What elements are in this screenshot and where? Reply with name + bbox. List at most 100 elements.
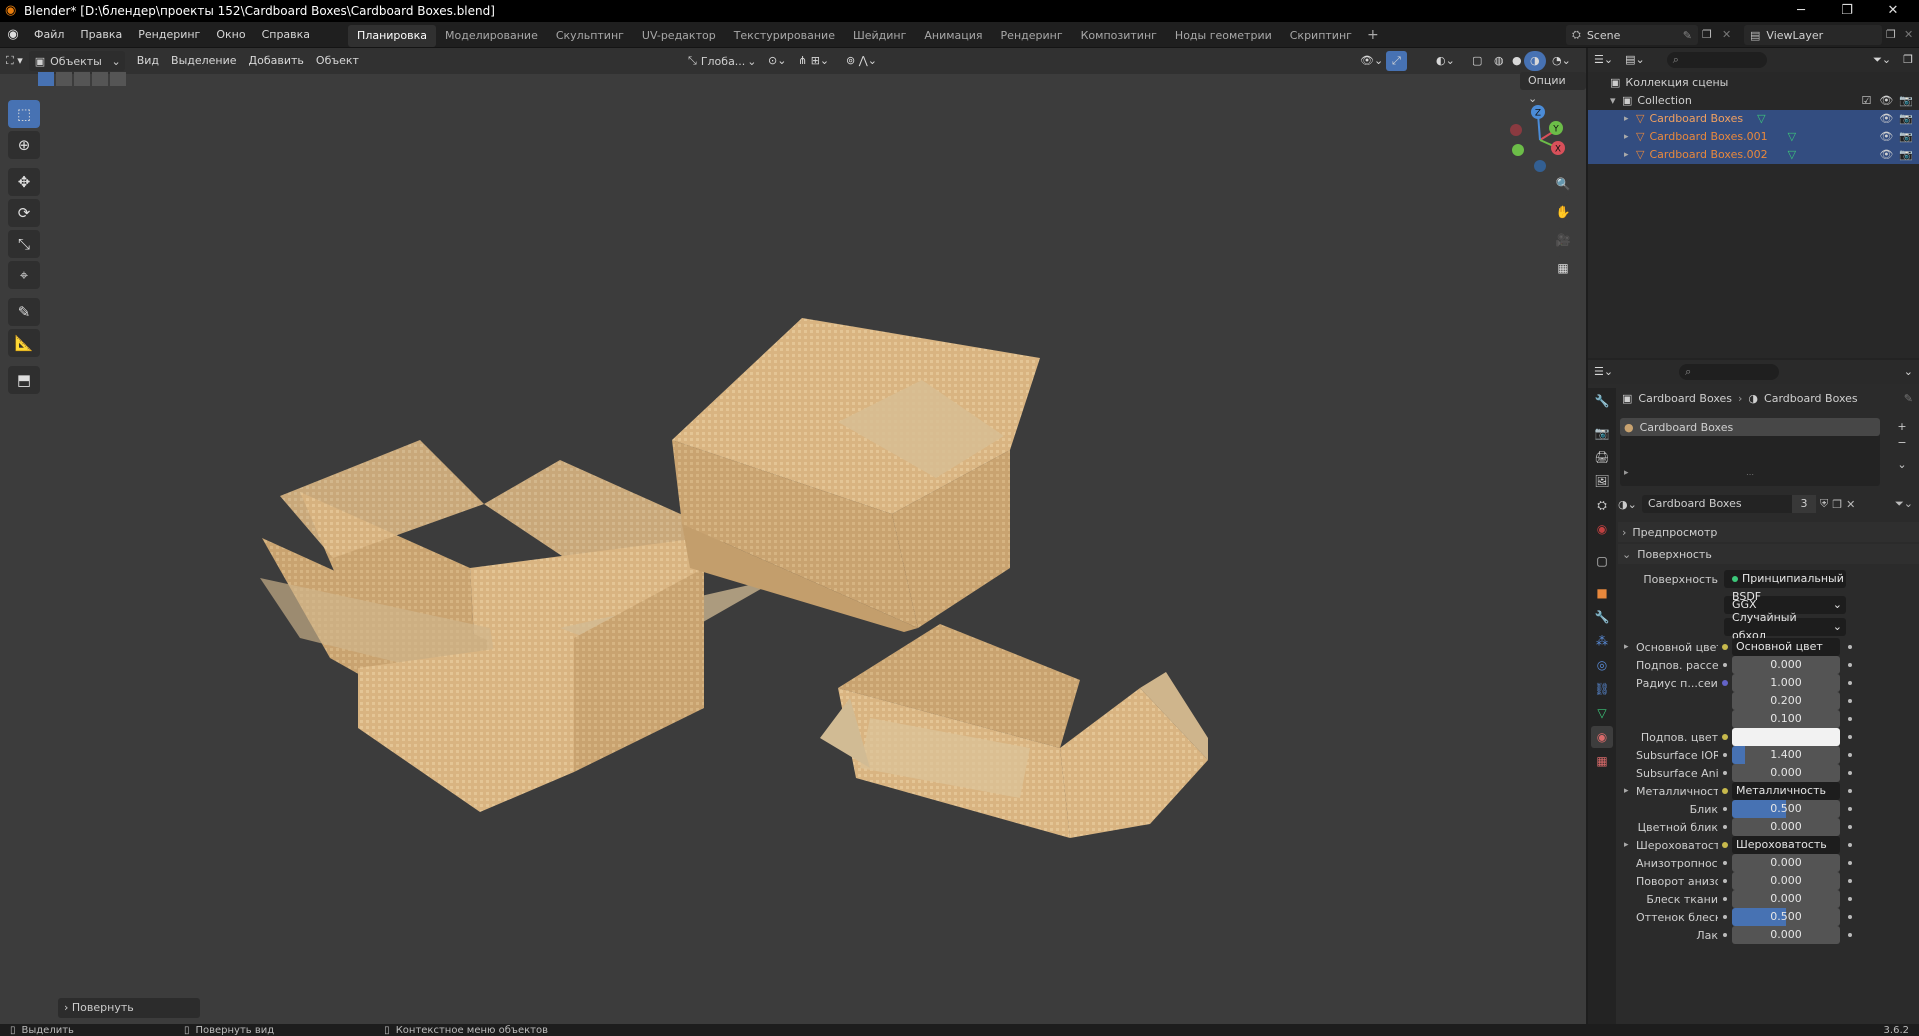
select-invert-icon[interactable] — [92, 72, 108, 86]
workspace-tab[interactable]: Ноды геометрии — [1166, 25, 1281, 47]
render-camera-icon[interactable]: 📷 — [1899, 110, 1913, 128]
tool-tab-icon[interactable]: 🔧 — [1591, 390, 1613, 412]
expand-icon[interactable]: ▸ — [1624, 786, 1636, 796]
box-right[interactable] — [820, 624, 1208, 838]
viewport-menu-item[interactable]: Добавить — [243, 51, 310, 71]
gizmo-toggle-icon[interactable]: ⤢ — [1386, 51, 1407, 71]
socket-dot[interactable] — [1722, 788, 1728, 794]
mesh-data-icon[interactable]: ▽ — [1788, 146, 1796, 164]
neg-x-handle[interactable] — [1510, 124, 1522, 136]
socket-dot[interactable] — [1723, 915, 1727, 919]
viewport-menu-item[interactable]: Объект — [310, 51, 365, 71]
select-extend-icon[interactable] — [56, 72, 72, 86]
unlink-material-icon[interactable]: ✕ — [1846, 498, 1855, 511]
properties-editor[interactable]: ☰⌄ ⌕ ⌄ 🔧 📷 🖨 🖼 ⛭ ◉ ▢ ■ 🔧 ⁂ ◎ ⛓ ▽ ◉ ▦ ▣ C… — [1588, 360, 1919, 1024]
cursor-tool[interactable]: ⊕ — [8, 131, 40, 159]
neg-y-handle[interactable] — [1512, 144, 1524, 156]
number-field[interactable]: 0.200 — [1732, 692, 1840, 710]
properties-editor-type-icon[interactable]: ☰⌄ — [1588, 362, 1619, 382]
transform-orientation[interactable]: ⤡ Глоба... ⌄ — [688, 51, 757, 71]
socket-dot[interactable] — [1722, 842, 1728, 848]
expand-icon[interactable]: ▸ — [1624, 128, 1636, 146]
number-field[interactable]: 0.000 — [1732, 926, 1840, 944]
number-field[interactable]: 0.000 — [1732, 854, 1840, 872]
expand-icon[interactable]: ▸ — [1624, 146, 1636, 164]
workspace-tab[interactable]: Скульптинг — [547, 25, 633, 47]
socket-dot[interactable] — [1723, 825, 1727, 829]
remove-slot-icon[interactable]: − — [1892, 436, 1912, 452]
render-camera-icon[interactable]: 📷 — [1899, 92, 1913, 110]
scene-tab-icon[interactable]: ⛭ — [1591, 494, 1613, 516]
render-camera-icon[interactable]: 📷 — [1899, 128, 1913, 146]
mesh-data-icon[interactable]: ▽ — [1757, 110, 1765, 128]
select-intersect-icon[interactable] — [110, 72, 126, 86]
eye-icon[interactable]: 👁 — [1879, 110, 1893, 128]
number-field[interactable]: 0.000 — [1732, 890, 1840, 908]
scene-collection-row[interactable]: ▣ Коллекция сцены — [1588, 74, 1919, 92]
workspace-tab[interactable]: Анимация — [915, 25, 991, 47]
blender-menu-icon[interactable]: ◉ — [0, 27, 26, 42]
socket-dot[interactable] — [1723, 879, 1727, 883]
outliner-search-input[interactable]: ⌕ — [1666, 52, 1767, 68]
material-tab-icon[interactable]: ◉ — [1591, 726, 1613, 748]
number-field[interactable]: 0.000 — [1732, 656, 1840, 674]
physics-tab-icon[interactable]: ◎ — [1591, 654, 1613, 676]
linked-input-field[interactable]: Металличность — [1732, 782, 1840, 800]
snap-icon[interactable]: ⋔ ⊞⌄ — [792, 51, 835, 71]
keyframe-dot[interactable] — [1848, 681, 1852, 685]
neg-z-handle[interactable] — [1534, 160, 1546, 172]
scene-selector[interactable]: ⛭ Scene ✎ — [1566, 25, 1698, 45]
collection-tab-icon[interactable]: ▢ — [1591, 550, 1613, 572]
render-shading-icon[interactable]: ◔⌄ — [1546, 51, 1577, 71]
number-field[interactable]: 0.000 — [1732, 872, 1840, 890]
keyframe-dot[interactable] — [1848, 843, 1852, 847]
rotate-tool[interactable]: ⟳ — [8, 199, 40, 227]
world-tab-icon[interactable]: ◉ — [1591, 518, 1613, 540]
socket-dot[interactable] — [1723, 771, 1727, 775]
mode-selector[interactable]: ▣ Объекты ⌄ — [28, 51, 125, 71]
keyframe-dot[interactable] — [1848, 789, 1852, 793]
menu-item[interactable]: Правка — [72, 22, 130, 48]
viewport-menu-item[interactable]: Выделение — [165, 51, 243, 71]
preview-panel-header[interactable]: › Предпросмотр — [1618, 522, 1919, 542]
pivot-icon[interactable]: ⊙⌄ — [762, 51, 792, 71]
workspace-tab[interactable]: Композитинг — [1072, 25, 1166, 47]
workspace-tab[interactable]: UV-редактор — [633, 25, 725, 47]
workspace-tab[interactable]: Моделирование — [436, 25, 547, 47]
checkbox-icon[interactable]: ☑ — [1861, 92, 1871, 110]
number-field[interactable]: 0.500 — [1732, 908, 1840, 926]
last-operator-panel[interactable]: › Повернуть — [58, 998, 200, 1018]
overlay-toggle-icon[interactable]: ◐⌄ — [1430, 51, 1461, 71]
workspace-tab[interactable]: Шейдинг — [844, 25, 915, 47]
keyframe-dot[interactable] — [1848, 717, 1852, 721]
editor-type-button[interactable]: ⛶ ▾ — [0, 51, 29, 71]
delete-viewlayer-icon[interactable]: ✕ — [1904, 28, 1913, 41]
minimize-button[interactable]: ─ — [1778, 0, 1824, 22]
outliner-editor-type-icon[interactable]: ☰⌄ — [1588, 50, 1619, 70]
number-field[interactable]: 0.100 — [1732, 710, 1840, 728]
material-browse-icon[interactable]: ◑⌄ — [1618, 498, 1640, 511]
menu-item[interactable]: Файл — [26, 22, 72, 48]
subsurface-method-dropdown[interactable]: Случайный обход ⌄ — [1724, 611, 1846, 642]
measure-tool[interactable]: 📐 — [8, 329, 40, 357]
3d-viewport[interactable]: ⛶ ▾ ▣ Объекты ⌄ Вид Выделение Добавить Объе… — [0, 48, 1586, 1024]
texture-tab-icon[interactable]: ▦ — [1591, 750, 1613, 772]
options-button[interactable]: Опции ⌄ — [1520, 72, 1586, 105]
select-new-icon[interactable] — [38, 72, 54, 86]
view-layer-tab-icon[interactable]: 🖼 — [1591, 470, 1613, 492]
transform-tool[interactable]: ⌖ — [8, 261, 40, 289]
select-subtract-icon[interactable] — [74, 72, 90, 86]
number-field[interactable]: 0.000 — [1732, 818, 1840, 836]
keyframe-dot[interactable] — [1848, 645, 1852, 649]
pan-hand-icon[interactable]: ✋ — [1551, 200, 1575, 224]
chevron-down-icon[interactable]: ⌄ — [1898, 362, 1919, 382]
socket-dot[interactable] — [1723, 897, 1727, 901]
new-scene-icon[interactable]: ❐ — [1702, 28, 1712, 41]
fake-user-icon[interactable]: ⛨ — [1820, 497, 1828, 511]
linked-input-field[interactable]: Основной цвет — [1732, 638, 1840, 656]
workspace-tab[interactable]: Скриптинг — [1281, 25, 1361, 47]
keyframe-dot[interactable] — [1848, 897, 1852, 901]
expand-icon[interactable]: ▸ — [1624, 840, 1636, 850]
surface-shader-field[interactable]: Принципиальный BSDF — [1724, 570, 1846, 603]
socket-dot[interactable] — [1723, 663, 1727, 667]
